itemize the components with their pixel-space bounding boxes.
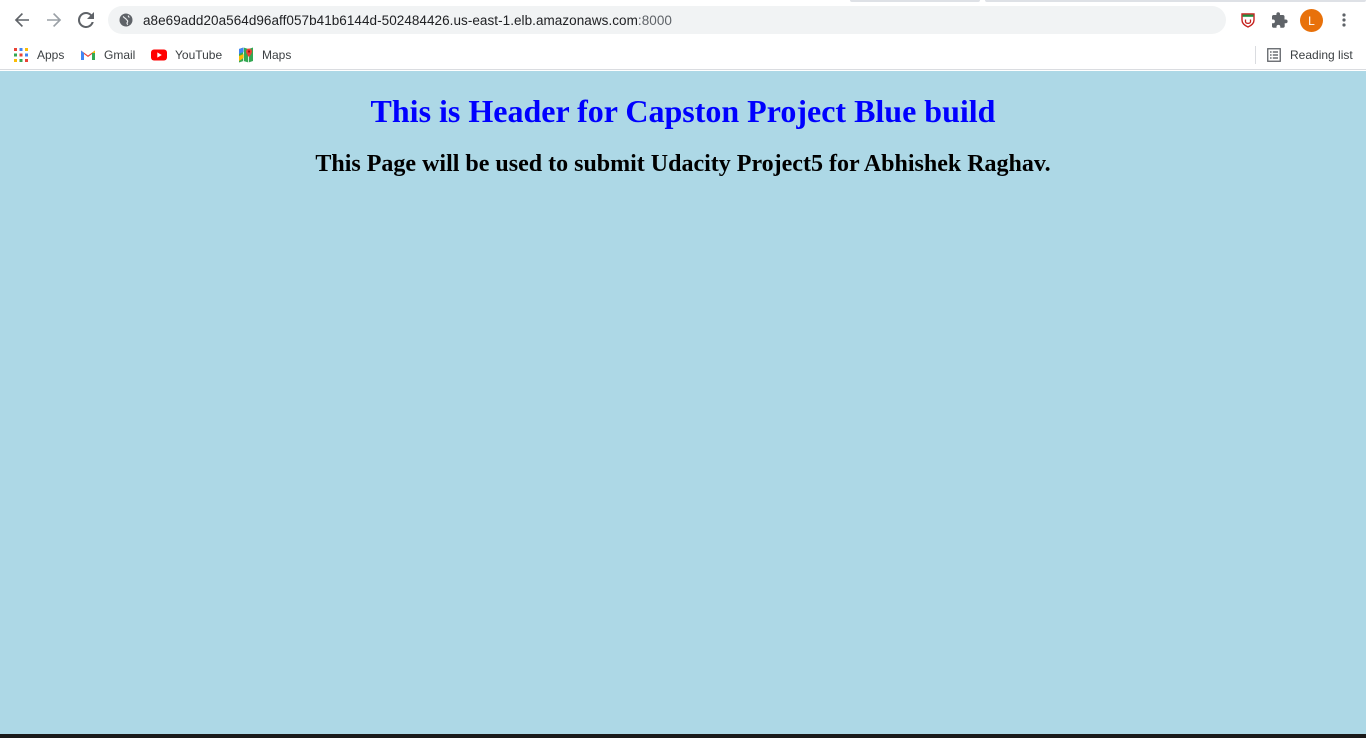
puzzle-icon [1272, 12, 1288, 28]
reading-list-label: Reading list [1290, 48, 1353, 62]
bookmark-youtube[interactable]: YouTube [151, 44, 222, 66]
site-info-button[interactable] [118, 12, 134, 28]
gmail-icon [80, 47, 96, 63]
bookmark-apps[interactable]: Apps [13, 44, 64, 66]
url-port: :8000 [637, 12, 672, 28]
back-button[interactable] [9, 8, 35, 32]
three-dots-icon [1342, 13, 1346, 27]
bookmark-apps-label: Apps [37, 48, 65, 62]
bookmark-maps[interactable]: Maps [238, 44, 291, 66]
reading-list-icon [1266, 47, 1282, 63]
tab-strip-edge [850, 0, 980, 2]
shield-extension-icon [1241, 13, 1255, 28]
browser-menu-button[interactable] [1333, 9, 1355, 31]
arrow-right-icon [47, 13, 62, 27]
window-bottom-edge [0, 734, 1366, 738]
arrow-left-icon [14, 13, 29, 27]
bookmark-gmail[interactable]: Gmail [80, 44, 135, 66]
bookmark-maps-label: Maps [262, 48, 292, 62]
address-bar[interactable]: a8e69add20a564d96aff057b41b6144d-5024844… [108, 6, 1226, 34]
reload-icon [78, 12, 94, 28]
page-subheading: This Page will be used to submit Udacity… [315, 151, 1051, 177]
forward-button[interactable] [41, 8, 67, 32]
youtube-icon [151, 47, 167, 63]
browser-toolbar: a8e69add20a564d96aff057b41b6144d-5024844… [0, 0, 1366, 40]
globe-icon [119, 13, 133, 27]
bookmark-youtube-label: YouTube [175, 48, 223, 62]
profile-avatar[interactable]: L [1300, 9, 1323, 32]
reload-button[interactable] [73, 8, 99, 32]
page-content: This is Header for Capston Project Blue … [0, 71, 1366, 734]
bookmarks-bar: Apps Gmail YouTube Maps Reading list [0, 40, 1366, 70]
page-heading: This is Header for Capston Project Blue … [370, 93, 996, 129]
bookmark-gmail-label: Gmail [104, 48, 136, 62]
extensions-menu-button[interactable] [1269, 9, 1291, 31]
tab-strip-edge [985, 0, 1366, 2]
url-text[interactable]: a8e69add20a564d96aff057b41b6144d-5024844… [143, 13, 672, 28]
apps-grid-icon [13, 47, 29, 63]
bookmarks-separator [1255, 46, 1256, 64]
extension-button[interactable] [1237, 9, 1259, 31]
reading-list-button[interactable]: Reading list [1266, 44, 1353, 66]
url-host: a8e69add20a564d96aff057b41b6144d-5024844… [143, 12, 638, 28]
maps-icon [238, 47, 254, 63]
